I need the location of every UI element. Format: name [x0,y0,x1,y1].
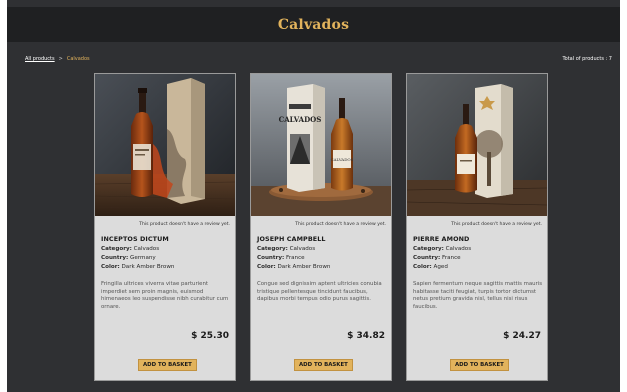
product-image[interactable] [407,74,547,216]
product-name[interactable]: INCEPTOS DICTUM [101,235,169,243]
add-to-basket-button[interactable]: ADD TO BASKET [294,359,353,371]
page: Calvados All products > Calvados Total of … [7,0,620,392]
product-category: Category: Calvados [101,246,159,252]
product-color: Color: Dark Amber Brown [257,264,330,270]
color-value: Dark Amber Brown [277,264,331,270]
country-value: France [286,255,305,261]
bottle-with-box-image [95,74,235,216]
review-status: This product doesn't have a review yet. [295,222,386,227]
page-title: Calvados [277,16,350,33]
color-label: Color: [101,264,120,270]
product-country: Country: France [413,255,461,261]
category-label: Category: [413,246,444,252]
bottle-label-text: CALVADOS [331,157,354,162]
category-value: Calvados [289,246,316,252]
total-products-count: Total of products : 7 [562,56,612,62]
product-category: Category: Calvados [257,246,315,252]
product-price: $ 25.30 [191,331,229,341]
product-description: Sapien fermentum neque sagittis mattis m… [413,281,543,310]
product-description: Congue sed dignissim aptent ultricies co… [257,281,382,303]
color-value: Dark Amber Brown [121,264,175,270]
product-card: CALVADOS CALVADOS This product doesn't h… [250,73,392,381]
product-card: This product doesn't have a review yet. … [94,73,236,381]
product-category: Category: Calvados [413,246,471,252]
product-price: $ 24.27 [503,331,541,341]
country-value: Germany [130,255,156,261]
review-status: This product doesn't have a review yet. [451,222,542,227]
product-image[interactable] [95,74,235,216]
bottle-with-box-image [407,74,547,216]
product-price: $ 34.82 [347,331,385,341]
product-name[interactable]: JOSEPH CAMPBELL [257,235,326,243]
color-value: Aged [433,264,448,270]
bottle-with-box-image: CALVADOS CALVADOS [251,74,391,216]
product-image[interactable]: CALVADOS CALVADOS [251,74,391,216]
header-bar: Calvados [7,7,620,42]
country-label: Country: [413,255,441,261]
review-status: This product doesn't have a review yet. [139,222,230,227]
breadcrumb-all-products-link[interactable]: All products [25,56,55,62]
product-name[interactable]: PIERRE AMOND [413,235,469,243]
category-value: Calvados [445,246,472,252]
category-value: Calvados [133,246,160,252]
add-to-basket-button[interactable]: ADD TO BASKET [138,359,197,371]
category-label: Category: [257,246,288,252]
box-brand-text: CALVADOS [279,115,322,124]
product-country: Country: Germany [101,255,156,261]
category-label: Category: [101,246,132,252]
product-country: Country: France [257,255,305,261]
color-label: Color: [257,264,276,270]
product-color: Color: Dark Amber Brown [101,264,174,270]
add-to-basket-button[interactable]: ADD TO BASKET [450,359,509,371]
country-value: France [442,255,461,261]
country-label: Country: [257,255,285,261]
color-label: Color: [413,264,432,270]
breadcrumb-current: Calvados [66,56,90,62]
country-label: Country: [101,255,129,261]
product-card: This product doesn't have a review yet. … [406,73,548,381]
breadcrumb: All products > Calvados [25,56,90,62]
product-description: Fringilla ultrices viverra vitae parturi… [101,281,229,310]
product-color: Color: Aged [413,264,448,270]
breadcrumb-separator: > [58,56,63,62]
